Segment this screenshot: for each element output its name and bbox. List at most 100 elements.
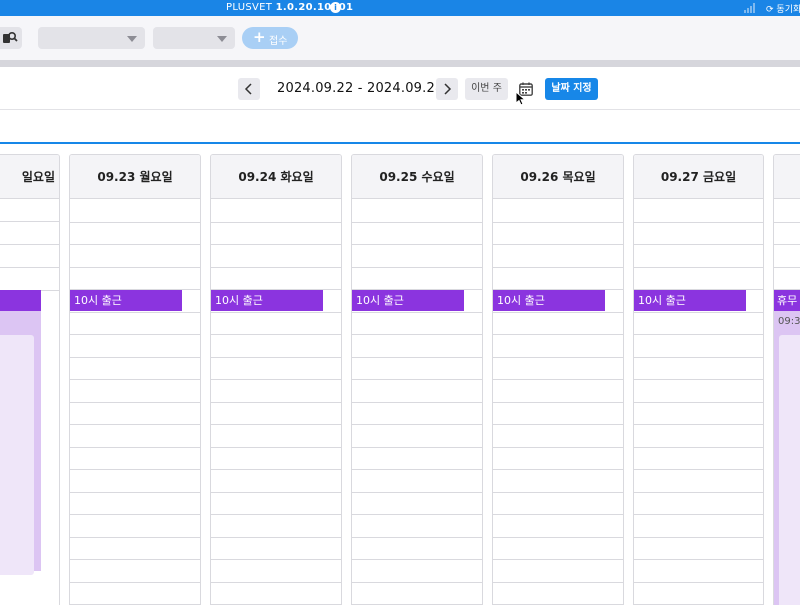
slot-line bbox=[634, 491, 763, 493]
slot-line bbox=[352, 491, 482, 493]
signal-icon bbox=[744, 3, 756, 13]
slot-line bbox=[70, 581, 200, 583]
holiday-block-inner bbox=[0, 335, 34, 575]
slot-line bbox=[774, 266, 800, 268]
slot-line bbox=[493, 469, 623, 470]
app-version: 1.0.20.10001 bbox=[275, 2, 354, 13]
slot-line bbox=[211, 401, 341, 403]
chevron-right-icon bbox=[444, 83, 452, 95]
title-bar: PLUSVET 1.0.20.10001 i ⟳ 동기화 bbox=[0, 0, 800, 16]
slot-line bbox=[634, 244, 763, 245]
slot-line bbox=[634, 401, 763, 403]
slot-line bbox=[634, 266, 763, 268]
slot-line bbox=[70, 469, 200, 470]
prev-week-button[interactable] bbox=[238, 78, 260, 100]
slot-line bbox=[634, 379, 763, 380]
slot-line bbox=[211, 446, 341, 448]
plus-icon: + bbox=[253, 28, 266, 46]
schedule-event[interactable] bbox=[0, 290, 41, 311]
slot-line bbox=[70, 491, 200, 493]
slot-line bbox=[493, 401, 623, 403]
chevron-down-icon bbox=[217, 36, 227, 42]
slot-line bbox=[352, 379, 482, 380]
slot-line bbox=[70, 266, 200, 268]
day-header: 09.26 목요일 bbox=[493, 155, 623, 199]
date-range-label: 2024.09.22 - 2024.09.28 bbox=[277, 81, 444, 96]
slot-line bbox=[493, 581, 623, 583]
slot-line bbox=[211, 424, 341, 425]
day-header: 일요일 bbox=[0, 155, 59, 199]
slot-line bbox=[211, 581, 341, 583]
slot-line bbox=[634, 514, 763, 515]
slot-line bbox=[70, 536, 200, 538]
week-navigation: 2024.09.22 - 2024.09.28 이번 주 날짜 지정 bbox=[0, 67, 800, 110]
select-dropdown-1[interactable] bbox=[38, 27, 145, 49]
schedule-event[interactable]: 10시 출근 bbox=[211, 290, 323, 311]
slot-line bbox=[634, 334, 763, 335]
next-week-button[interactable] bbox=[436, 78, 458, 100]
slot-line bbox=[211, 536, 341, 538]
schedule-event[interactable]: 10시 출근 bbox=[634, 290, 746, 311]
holiday-block[interactable]: 09:3 bbox=[774, 311, 800, 605]
slot-line bbox=[493, 244, 623, 245]
slot-line bbox=[352, 401, 482, 403]
event-time: 09:3 bbox=[778, 316, 800, 327]
chevron-down-icon bbox=[127, 36, 137, 42]
reception-button[interactable]: + 접수 bbox=[242, 27, 298, 49]
slot-line bbox=[493, 424, 623, 425]
slot-line bbox=[352, 311, 482, 313]
day-column-thursday: 09.26 목요일 10시 출근 bbox=[492, 154, 624, 605]
slot-line bbox=[352, 514, 482, 515]
slot-line bbox=[70, 401, 200, 403]
slot-line bbox=[493, 334, 623, 335]
slot-line bbox=[352, 244, 482, 245]
slot-line bbox=[352, 536, 482, 538]
slot-line bbox=[70, 221, 200, 223]
patient-search-icon bbox=[3, 32, 18, 43]
app-window: PLUSVET 1.0.20.10001 i ⟳ 동기화 + 접수 2024.0… bbox=[0, 0, 800, 605]
select-dropdown-2[interactable] bbox=[153, 27, 235, 49]
slot-line bbox=[493, 491, 623, 493]
day-header: 09.27 금요일 bbox=[634, 155, 763, 199]
holiday-block-inner bbox=[779, 335, 800, 605]
slot-line bbox=[493, 536, 623, 538]
schedule-event[interactable]: 10시 출근 bbox=[70, 290, 182, 311]
this-week-button[interactable]: 이번 주 bbox=[465, 78, 508, 100]
schedule-event[interactable]: 10시 출근 bbox=[493, 290, 605, 311]
slot-line bbox=[211, 559, 341, 560]
slot-line bbox=[634, 446, 763, 448]
patient-search-button[interactable] bbox=[0, 27, 22, 49]
schedule-event[interactable]: 휴무 bbox=[774, 290, 800, 311]
holiday-block[interactable] bbox=[0, 311, 41, 575]
slot-line bbox=[634, 469, 763, 470]
slot-line bbox=[70, 446, 200, 448]
slot-line bbox=[211, 379, 341, 380]
sync-button[interactable]: ⟳ 동기화 bbox=[766, 2, 800, 15]
slot-line bbox=[352, 266, 482, 268]
day-column-sunday: 일요일 bbox=[0, 154, 60, 605]
set-date-button[interactable]: 날짜 지정 bbox=[545, 78, 598, 100]
toolbar: + 접수 bbox=[0, 16, 800, 60]
slot-line bbox=[70, 334, 200, 335]
day-header: 09.24 화요일 bbox=[211, 155, 341, 199]
info-icon[interactable]: i bbox=[330, 2, 341, 13]
slot-line bbox=[352, 424, 482, 425]
slot-line bbox=[634, 559, 763, 560]
slot-line bbox=[211, 469, 341, 470]
day-column-tuesday: 09.24 화요일 10시 출근 bbox=[210, 154, 342, 605]
reception-label: 접수 bbox=[269, 36, 288, 47]
slot-line bbox=[70, 379, 200, 380]
day-column-saturday: 휴무 09:3 bbox=[773, 154, 800, 605]
slot-line bbox=[493, 311, 623, 313]
sync-label: 동기화 bbox=[776, 5, 800, 15]
day-column-wednesday: 09.25 수요일 10시 출근 bbox=[351, 154, 483, 605]
slot-line bbox=[352, 334, 482, 335]
filter-bar bbox=[0, 111, 800, 144]
slot-line bbox=[211, 356, 341, 358]
refresh-icon: ⟳ bbox=[766, 5, 774, 15]
schedule-event[interactable]: 10시 출근 bbox=[352, 290, 464, 311]
slot-line bbox=[211, 266, 341, 268]
slot-line bbox=[211, 334, 341, 335]
slot-line bbox=[493, 356, 623, 358]
slot-line bbox=[70, 559, 200, 560]
